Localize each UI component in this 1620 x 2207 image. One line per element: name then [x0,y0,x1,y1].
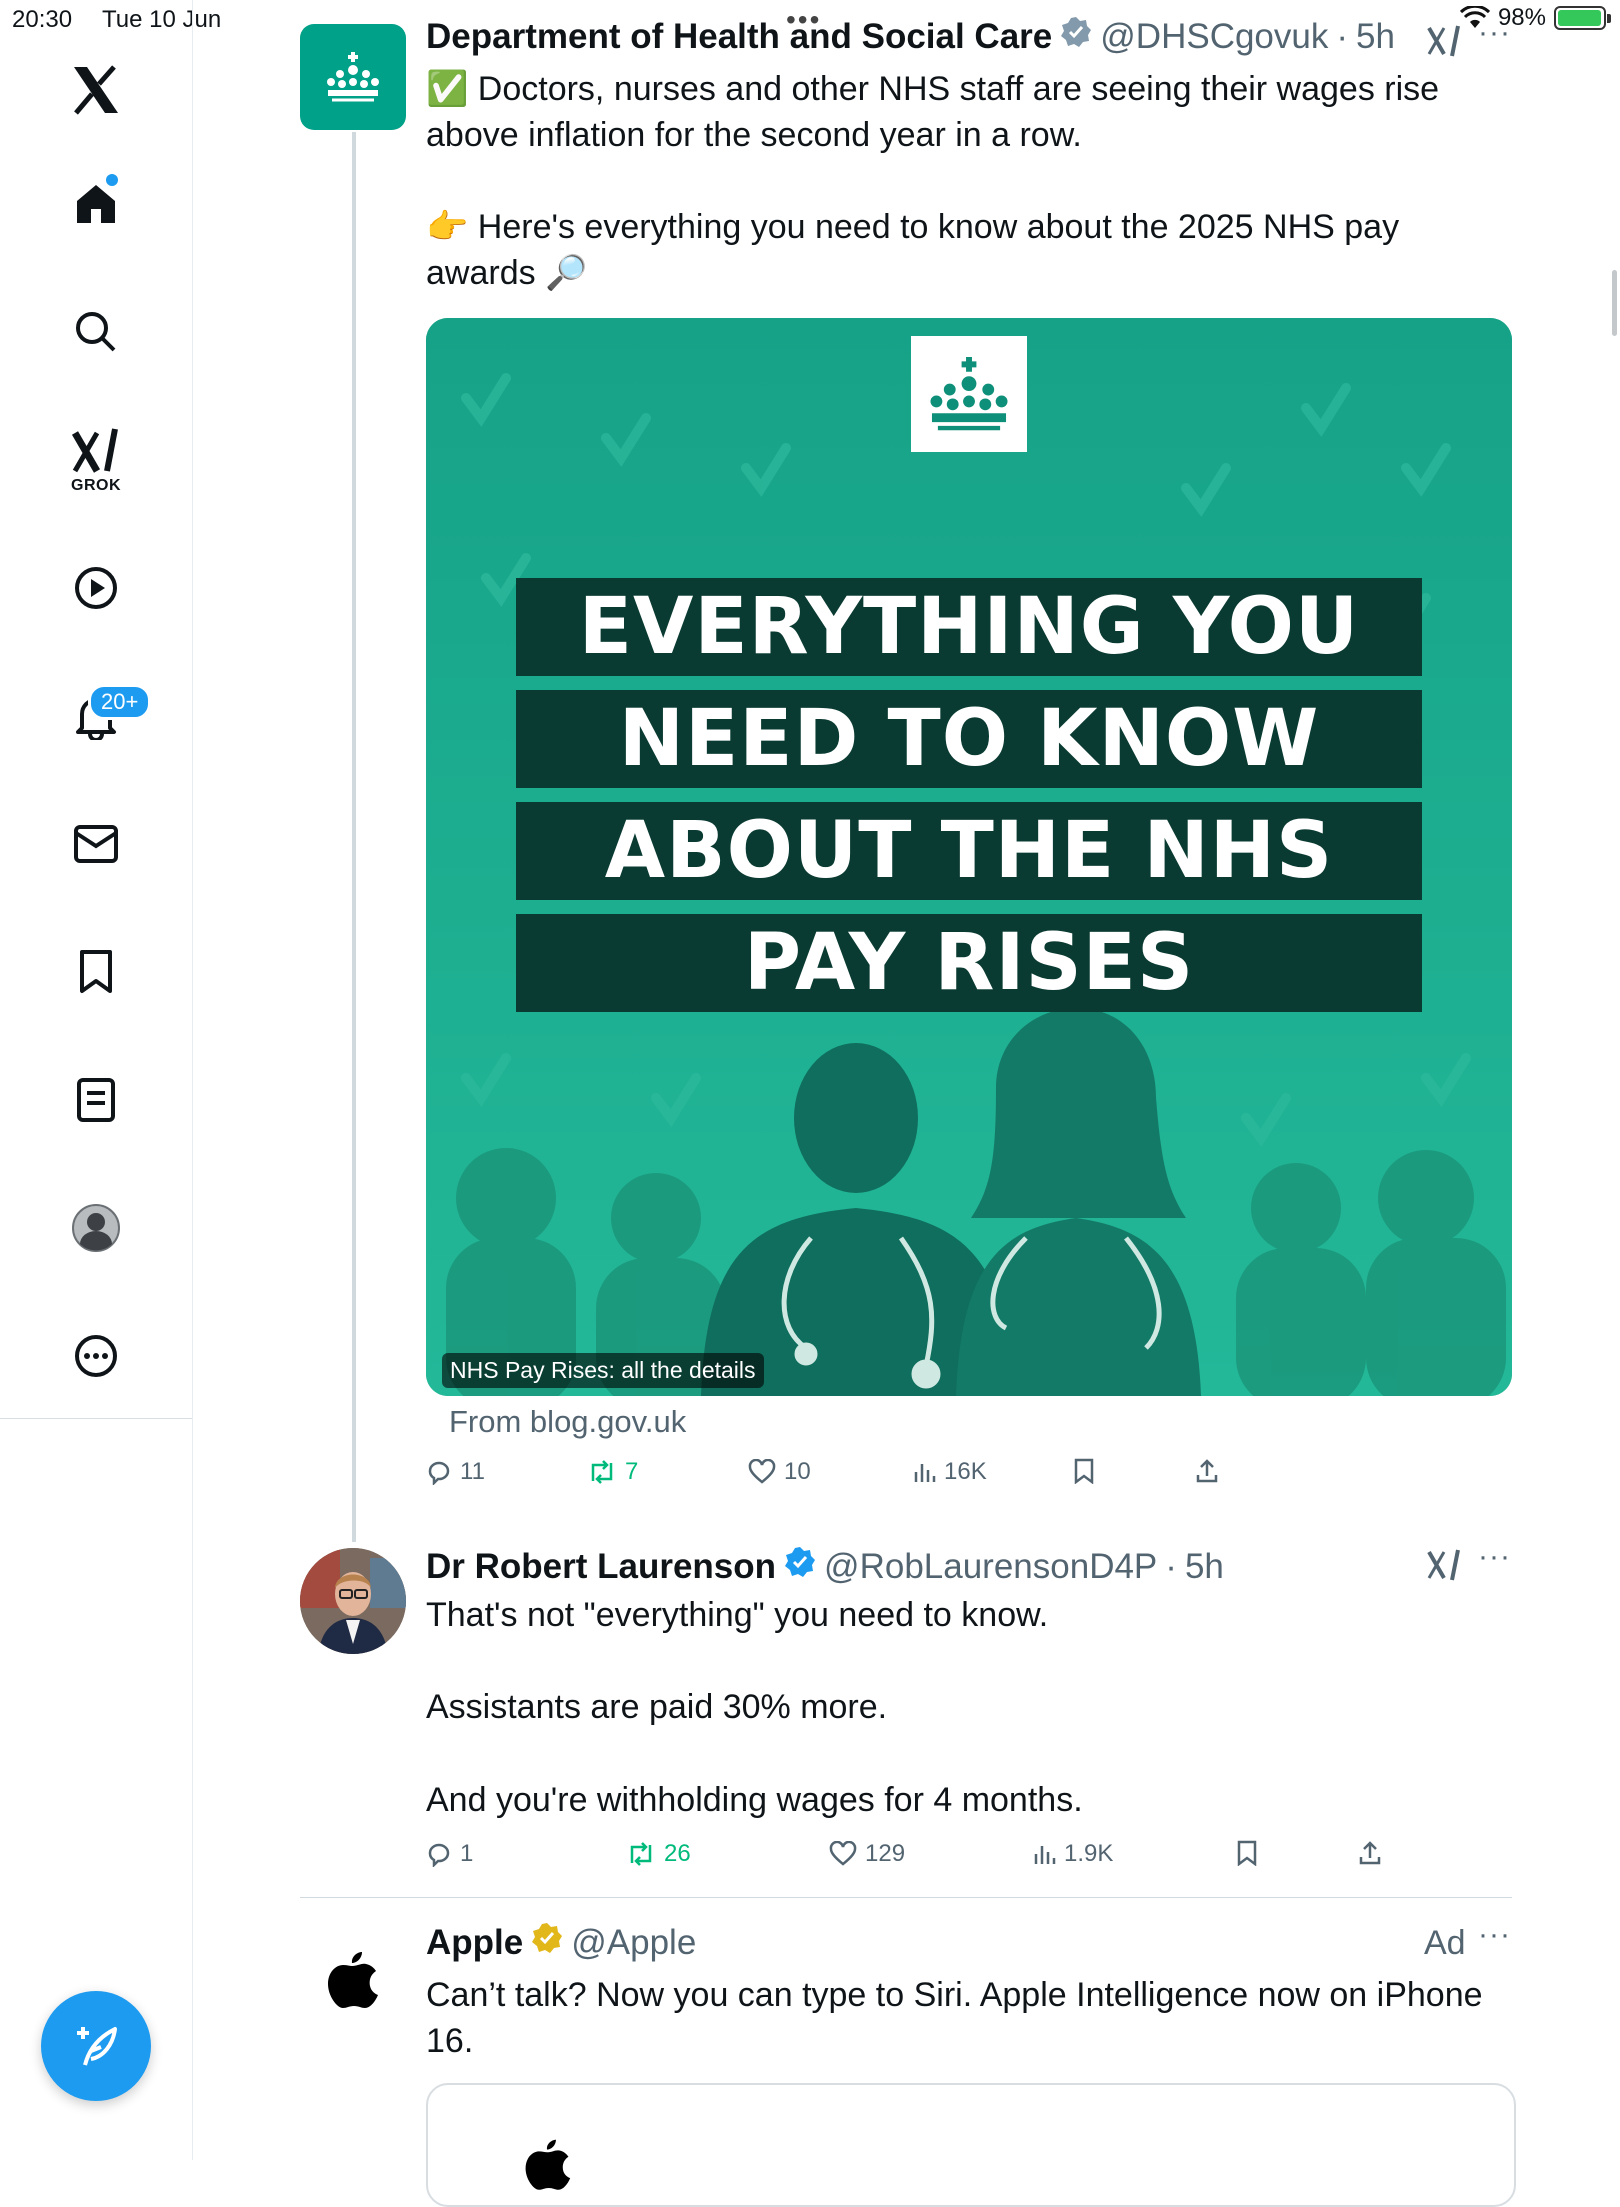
share-icon [1196,1459,1218,1483]
views-icon [1034,1846,1056,1864]
compose-icon [77,2027,117,2066]
home-icon[interactable] [0,176,192,232]
tweet-paragraph: And you're withholding wages for 4 month… [426,1781,1083,1819]
bookmark-icon [1074,1458,1094,1484]
mail-icon[interactable] [0,816,192,872]
tweet-separator [300,1897,1512,1898]
link-card-image[interactable]: EVERYTHING YOU NEED TO KNOW ABOUT THE NH… [426,318,1512,1396]
sidebar: GROK 20+ [0,0,193,2160]
tweet-paragraph: That's not "everything" you need to know… [426,1596,1049,1634]
repost-icon [630,1842,652,1866]
tweet-paragraph: Assistants are paid 30% more. [426,1688,888,1726]
grok-explain-icon[interactable] [1426,24,1462,58]
views-button[interactable]: 1.9K [1032,1840,1113,1868]
author-handle[interactable]: @DHSCgovuk [1100,17,1328,57]
headline-band-3: ABOUT THE NHS [516,802,1422,900]
like-button[interactable]: 10 [748,1458,811,1486]
grok-icon[interactable] [0,426,192,476]
author-handle[interactable]: @Apple [571,1923,696,1963]
scroll-indicator[interactable] [1612,270,1617,336]
like-count: 129 [865,1840,906,1867]
repost-count: 26 [664,1840,691,1867]
repost-button[interactable]: 7 [587,1458,638,1486]
tweet-time[interactable]: 5h [1356,17,1395,57]
separator-dot: · [1336,17,1349,56]
headline-band-2: NEED TO KNOW [516,690,1422,788]
verified-grey-icon [1061,17,1092,47]
share-button[interactable] [1358,1840,1382,1866]
grok-explain-icon[interactable] [1426,1548,1462,1582]
repost-count: 7 [625,1458,639,1485]
like-count: 10 [784,1458,811,1485]
headline-band-4: PAY RISES [516,914,1422,1012]
crest-logo-icon [911,336,1027,452]
separator-dot: · [1165,1547,1177,1586]
tweet-text-line1: ✅ Doctors, nurses and other NHS staff ar… [426,70,1440,154]
bookmark-icon [1237,1840,1257,1866]
tweet-text: Can’t talk? Now you can type to Siri. Ap… [426,1976,1483,2060]
apple-logo-icon[interactable] [324,1946,380,2010]
author-name[interactable]: Dr Robert Laurenson [426,1547,776,1587]
tweet-more-icon[interactable]: ··· [1478,16,1511,50]
home-unread-dot [106,174,118,186]
reply-count: 1 [460,1840,474,1867]
bookmark-button[interactable] [1236,1840,1258,1866]
reply-icon [428,1461,450,1485]
views-icon [914,1464,936,1482]
crown-crest-icon [327,52,379,102]
thread-line [352,132,356,1542]
grok-label: GROK [71,477,121,494]
link-source[interactable]: From blog.gov.uk [449,1404,686,1440]
avatar-icon[interactable] [0,1200,192,1256]
ad-label: Ad [1424,1924,1466,1962]
author-name[interactable]: Department of Health and Social Care [426,17,1052,57]
heart-icon [748,1459,776,1484]
reply-button[interactable]: 1 [426,1840,473,1868]
verified-blue-icon [785,1547,816,1577]
verified-gold-icon [532,1923,563,1953]
heart-icon [829,1841,857,1866]
battery-icon [1554,6,1611,30]
compose-button[interactable] [41,1991,151,2101]
share-button[interactable] [1195,1458,1219,1484]
apple-logo-icon [525,2139,571,2190]
sidebar-divider [0,1418,192,1419]
lists-icon[interactable] [0,1072,192,1128]
reply-button[interactable]: 11 [426,1458,485,1486]
tweet-text-line2: 👉 Here's everything you need to know abo… [426,208,1400,292]
search-icon[interactable] [0,304,192,360]
author-name[interactable]: Apple [426,1923,523,1963]
tweet-more-icon[interactable]: ··· [1478,1918,1511,1952]
share-icon [1359,1841,1381,1865]
tweet-actions: 11 7 10 16K [426,1458,1526,1498]
tweet-header: Apple @Apple [426,1922,696,1963]
repost-button[interactable]: 26 [626,1840,691,1868]
reply-count: 11 [460,1458,485,1485]
view-count: 16K [944,1458,987,1485]
bookmark-button[interactable] [1073,1458,1095,1484]
headline-band-1: EVERYTHING YOU [516,578,1422,676]
link-card-caption: NHS Pay Rises: all the details [442,1353,764,1388]
tweet-more-icon[interactable]: ··· [1478,1540,1511,1574]
repost-icon [591,1460,613,1484]
tweet-header: Dr Robert Laurenson @RobLaurensonD4P · 5… [426,1546,1224,1587]
bookmark-icon[interactable] [0,944,192,1000]
ad-media-card[interactable] [426,2083,1516,2207]
views-button[interactable]: 16K [912,1458,987,1486]
dhsc-avatar[interactable] [300,24,406,130]
tweet-actions: 1 26 129 1.9K [426,1840,1526,1880]
like-button[interactable]: 129 [829,1840,905,1868]
tweet-time[interactable]: 5h [1185,1547,1224,1587]
reply-icon [428,1843,450,1867]
author-handle[interactable]: @RobLaurensonD4P [824,1547,1157,1587]
view-count: 1.9K [1064,1840,1114,1867]
x-logo-icon[interactable] [0,62,192,118]
more-icon[interactable] [0,1328,192,1384]
tweet-header: Department of Health and Social Care @DH… [426,16,1395,57]
notification-badge: 20+ [88,684,152,720]
play-icon[interactable] [0,560,192,616]
author-avatar[interactable] [300,1548,406,1654]
